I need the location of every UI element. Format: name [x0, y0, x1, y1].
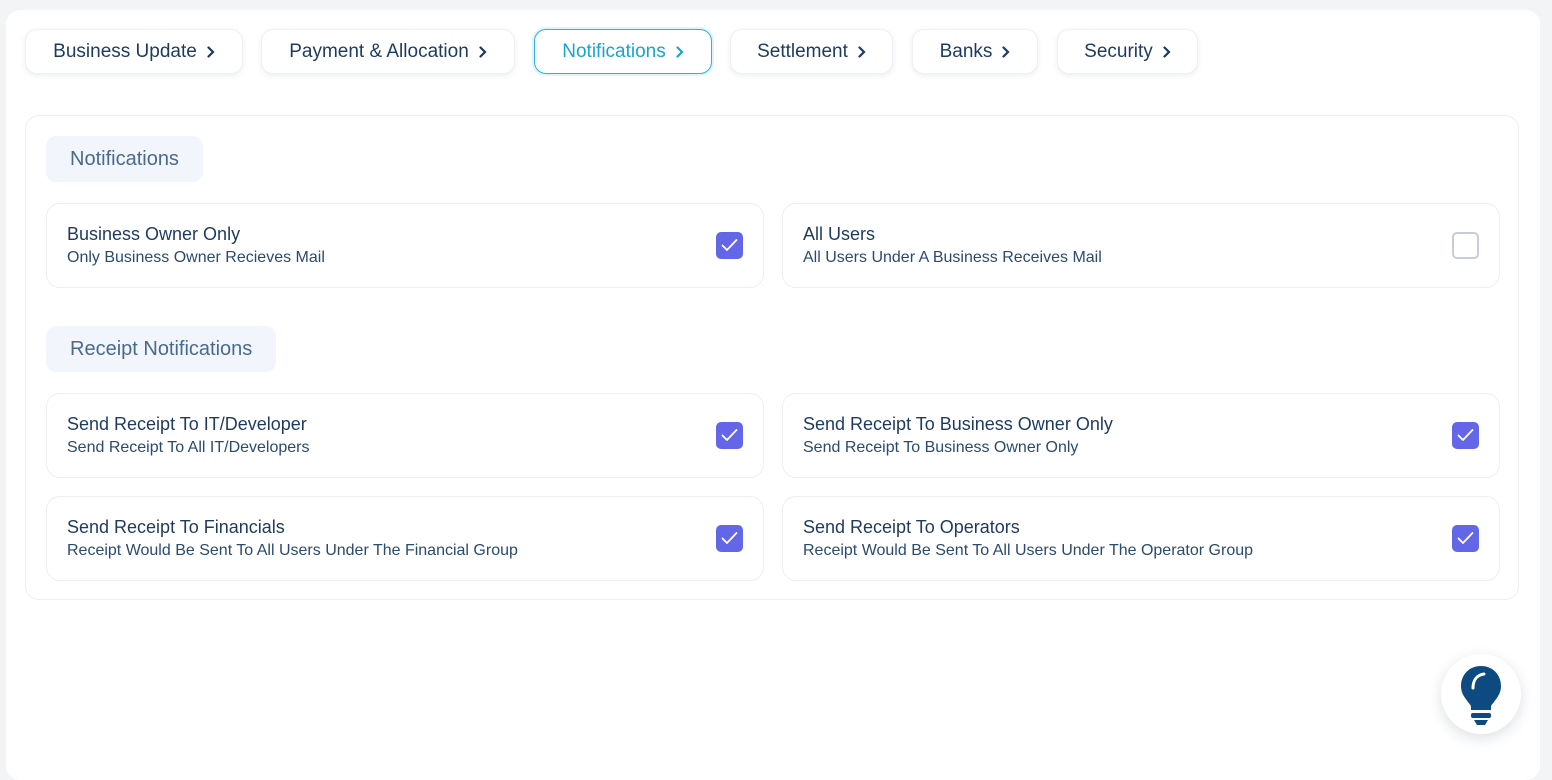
check-icon	[1457, 532, 1474, 544]
all-users-checkbox[interactable]	[1452, 232, 1479, 259]
help-tips-button[interactable]	[1441, 654, 1521, 734]
notifications-card: Notifications Business Owner Only Only B…	[25, 115, 1519, 600]
option-title: All Users	[803, 224, 876, 244]
option-description: Receipt Would Be Sent To All Users Under…	[67, 542, 518, 559]
tab-business-update[interactable]: Business Update	[25, 29, 243, 74]
tab-label: Security	[1084, 40, 1153, 62]
business-owner-only-checkbox[interactable]	[716, 232, 743, 259]
tab-label: Payment & Allocation	[289, 40, 469, 62]
option-description: Receipt Would Be Sent To All Users Under…	[803, 542, 1254, 559]
option-title: Send Receipt To Business Owner Only	[803, 414, 1113, 434]
tab-label: Business Update	[53, 40, 197, 62]
chevron-right-icon	[1002, 45, 1010, 58]
receipt-business-owner-checkbox[interactable]	[1452, 422, 1479, 449]
check-icon	[721, 429, 738, 441]
tab-notifications[interactable]: Notifications	[534, 29, 712, 74]
tab-settlement[interactable]: Settlement	[730, 29, 893, 74]
check-icon	[1457, 429, 1474, 441]
option-receipt-business-owner-only: Send Receipt To Business Owner Only Send…	[782, 393, 1500, 478]
tab-security[interactable]: Security	[1057, 29, 1198, 74]
option-description: All Users Under A Business Receives Mail	[803, 249, 1102, 266]
option-all-users: All Users All Users Under A Business Rec…	[782, 203, 1500, 288]
option-description: Only Business Owner Recieves Mail	[67, 249, 325, 266]
option-description: Send Receipt To All IT/Developers	[67, 439, 310, 456]
lightbulb-icon	[1461, 666, 1501, 725]
receipt-financials-checkbox[interactable]	[716, 525, 743, 552]
option-business-owner-only: Business Owner Only Only Business Owner …	[46, 203, 764, 288]
option-title: Send Receipt To IT/Developer	[67, 414, 307, 434]
tab-label: Banks	[939, 40, 993, 62]
option-receipt-it-developer: Send Receipt To IT/Developer Send Receip…	[46, 393, 764, 478]
check-icon	[721, 239, 738, 251]
chevron-right-icon	[858, 45, 866, 58]
option-receipt-operators: Send Receipt To Operators Receipt Would …	[782, 496, 1500, 581]
settings-page: Business Update Payment & Allocation Not…	[6, 10, 1540, 780]
chevron-right-icon	[479, 45, 487, 58]
chevron-right-icon	[1163, 45, 1171, 58]
tab-payment-allocation[interactable]: Payment & Allocation	[261, 29, 515, 74]
receipt-it-developer-checkbox[interactable]	[716, 422, 743, 449]
notifications-heading: Notifications	[46, 136, 203, 182]
option-title: Send Receipt To Operators	[803, 517, 1020, 537]
receipt-notifications-heading: Receipt Notifications	[46, 326, 277, 372]
tab-label: Notifications	[562, 40, 666, 62]
chevron-right-icon	[676, 45, 684, 58]
option-description: Send Receipt To Business Owner Only	[803, 439, 1079, 456]
check-icon	[721, 532, 738, 544]
option-title: Business Owner Only	[67, 224, 241, 244]
tab-banks[interactable]: Banks	[912, 29, 1038, 74]
tab-label: Settlement	[757, 40, 848, 62]
receipt-operators-checkbox[interactable]	[1452, 525, 1479, 552]
chevron-right-icon	[207, 45, 215, 58]
option-title: Send Receipt To Financials	[67, 517, 285, 537]
option-receipt-financials: Send Receipt To Financials Receipt Would…	[46, 496, 764, 581]
